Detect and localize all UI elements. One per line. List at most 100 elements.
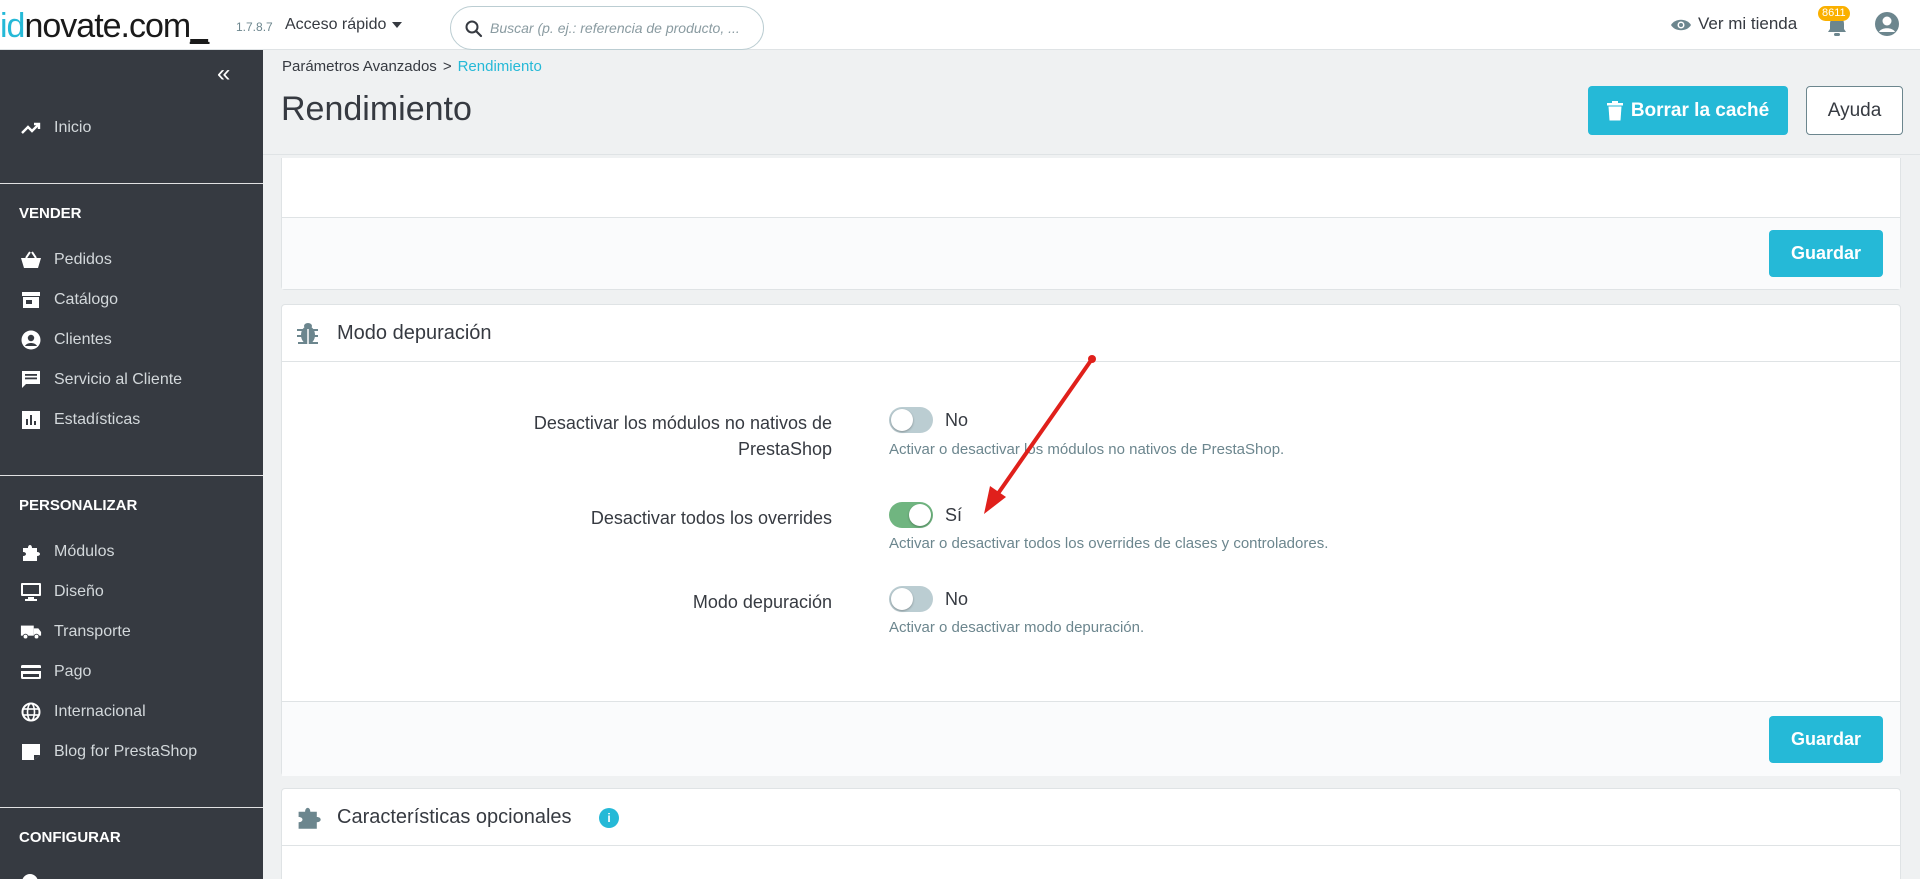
label-line: Desactivar los módulos no nativos de — [533, 413, 832, 433]
sidebar-divider — [0, 183, 263, 184]
help-text: Activar o desactivar los módulos no nati… — [889, 441, 1285, 458]
sidebar-section-sell: VENDER — [19, 205, 82, 222]
card-footer: Guardar — [282, 217, 1900, 289]
card-footer: Guardar — [282, 701, 1900, 776]
sidebar-item-home[interactable]: Inicio — [0, 110, 263, 146]
toggle-debug-mode[interactable] — [889, 586, 933, 612]
sidebar-item-modules[interactable]: Módulos — [0, 534, 263, 570]
store-icon — [20, 289, 42, 311]
sidebar: « Inicio VENDER Pedidos Catálogo Cliente… — [0, 50, 263, 879]
trash-icon — [1606, 100, 1623, 120]
form-label-disable-overrides: Desactivar todos los overrides — [591, 505, 832, 531]
logo-suffix: _ — [190, 7, 209, 45]
settings-icon — [22, 874, 38, 879]
help-text: Activar o desactivar modo depuración. — [889, 619, 1145, 636]
debug-mode-card: Modo depuración Desactivar los módulos n… — [281, 304, 1901, 776]
truck-icon — [20, 621, 42, 643]
sidebar-item-label: Internacional — [54, 703, 146, 720]
breadcrumb-parent[interactable]: Parámetros Avanzados — [282, 58, 437, 75]
logo-main: novate.com — [24, 7, 191, 45]
toggle-disable-overrides[interactable] — [889, 502, 933, 528]
sidebar-section-customize: PERSONALIZAR — [19, 497, 138, 514]
card-header: Modo depuración — [282, 305, 1900, 362]
collapse-sidebar-icon[interactable]: « — [217, 60, 230, 88]
sidebar-item-design[interactable]: Diseño — [0, 574, 263, 610]
info-icon[interactable]: i — [599, 808, 619, 828]
toggle-state: No — [945, 589, 969, 609]
note-icon — [20, 741, 42, 763]
sidebar-item-label: Transporte — [54, 623, 131, 640]
chat-icon — [20, 369, 42, 391]
toggle-state: No — [945, 410, 969, 430]
sidebar-item-label: Pedidos — [54, 251, 112, 268]
credit-card-icon — [20, 661, 42, 683]
puzzle-icon — [298, 807, 321, 829]
help-button[interactable]: Ayuda — [1806, 86, 1903, 135]
sidebar-item-shipping[interactable]: Transporte — [0, 614, 263, 650]
card-title: Modo depuración — [337, 322, 492, 344]
toggle-knob — [891, 409, 913, 431]
toggle-state: Sí — [945, 505, 963, 525]
sidebar-item-label: Servicio al Cliente — [54, 371, 183, 388]
sidebar-item-label: Diseño — [54, 583, 104, 600]
bug-icon — [297, 323, 318, 344]
sidebar-item-label: Inicio — [54, 119, 92, 136]
search-box[interactable] — [450, 6, 764, 50]
puzzle-icon — [20, 541, 42, 563]
view-store-label: Ver mi tienda — [1698, 14, 1798, 33]
user-avatar-icon[interactable] — [1874, 11, 1900, 37]
sidebar-item-orders[interactable]: Pedidos — [0, 242, 263, 278]
sidebar-item-customers[interactable]: Clientes — [0, 322, 263, 358]
sidebar-divider — [0, 807, 263, 808]
optional-features-card: Características opcionales i — [281, 788, 1901, 879]
clear-cache-label: Borrar la caché — [1630, 99, 1770, 121]
caret-down-icon — [392, 21, 403, 28]
sidebar-item-label: Catálogo — [54, 291, 119, 308]
header-divider — [263, 154, 1920, 155]
sidebar-item-customer-service[interactable]: Servicio al Cliente — [0, 362, 263, 398]
store-logo[interactable]: idnovate.com_ — [0, 6, 209, 46]
sidebar-item-blog[interactable]: Blog for PrestaShop — [0, 734, 263, 770]
clear-cache-button[interactable]: Borrar la caché — [1588, 86, 1788, 135]
version-label: 1.7.8.7 — [236, 20, 273, 34]
globe-icon — [20, 701, 42, 723]
sidebar-item-label: Blog for PrestaShop — [54, 743, 198, 760]
view-store-link[interactable]: Ver mi tienda — [1670, 14, 1797, 34]
save-button[interactable]: Guardar — [1769, 716, 1883, 763]
sidebar-item-label: Pago — [54, 663, 92, 680]
desktop-icon — [20, 581, 42, 603]
page-title: Rendimiento — [281, 90, 472, 128]
breadcrumb: Parámetros Avanzados > Rendimiento — [282, 58, 542, 75]
breadcrumb-separator: > — [442, 58, 452, 75]
search-icon — [465, 20, 483, 38]
card-header: Características opcionales i — [282, 789, 1900, 846]
form-label-debug-mode: Modo depuración — [693, 589, 832, 615]
sidebar-item-label: Estadísticas — [54, 411, 141, 428]
notifications-badge: 8611 — [1818, 6, 1850, 21]
card-title: Características opcionales — [337, 806, 572, 828]
sidebar-item-international[interactable]: Internacional — [0, 694, 263, 730]
sidebar-divider — [0, 475, 263, 476]
breadcrumb-current[interactable]: Rendimiento — [458, 58, 542, 75]
logo-prefix: id — [0, 7, 25, 45]
toggle-disable-non-native-modules[interactable] — [889, 407, 933, 433]
sidebar-item-catalog[interactable]: Catálogo — [0, 282, 263, 318]
sidebar-item-label: Clientes — [54, 331, 112, 348]
sidebar-item-label: Módulos — [54, 543, 115, 560]
eye-icon — [1671, 19, 1691, 30]
sidebar-section-configure: CONFIGURAR — [19, 829, 121, 846]
top-header: idnovate.com_ 1.7.8.7 Acceso rápido Ver … — [0, 0, 1920, 50]
sidebar-item-stats[interactable]: Estadísticas — [0, 402, 263, 438]
help-text: Activar o desactivar todos los overrides… — [889, 535, 1329, 552]
toggle-knob — [909, 504, 931, 526]
account-circle-icon — [20, 329, 42, 351]
toggle-knob — [891, 588, 913, 610]
form-label-disable-non-native-modules: Desactivar los módulos no nativos de Pre… — [534, 410, 832, 462]
sidebar-item-payment[interactable]: Pago — [0, 654, 263, 690]
search-input[interactable] — [490, 17, 752, 39]
quick-access-label: Acceso rápido — [285, 16, 387, 33]
save-button[interactable]: Guardar — [1769, 230, 1883, 277]
label-line: PrestaShop — [737, 439, 832, 459]
quick-access-dropdown[interactable]: Acceso rápido — [285, 16, 403, 34]
basket-icon — [20, 249, 42, 271]
